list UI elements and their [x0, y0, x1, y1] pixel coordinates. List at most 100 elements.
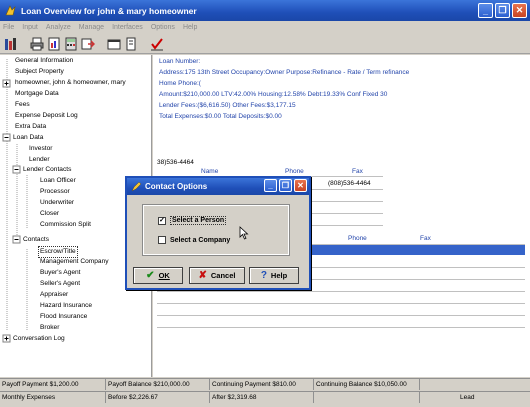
select-company-option[interactable]: Select a Company	[158, 236, 230, 244]
menu-file[interactable]: File	[3, 24, 14, 31]
menu-interfaces[interactable]: Interfaces	[112, 24, 143, 31]
calculator-icon[interactable]	[63, 36, 79, 52]
loan-amount-line: Amount:$210,000.00 LTV:42.00% Housing:12…	[159, 91, 388, 98]
document-icon[interactable]	[123, 36, 139, 52]
tree-item-lender[interactable]: Lender	[29, 155, 50, 165]
table-row[interactable]	[157, 327, 525, 328]
tree-item-extra-data[interactable]: Extra Data	[15, 122, 46, 132]
tree-item-closer[interactable]: Closer	[40, 209, 59, 219]
tree-item-lender-contacts[interactable]: Lender Contacts	[23, 165, 71, 175]
expenses-before: Before $2,226.67	[106, 392, 210, 403]
status-bar-expenses: Monthly Expenses Before $2,226.67 After …	[0, 391, 530, 403]
status-empty	[420, 379, 530, 390]
window-icon[interactable]	[106, 36, 122, 52]
tree-item-borrowers[interactable]: homeowner, john & homeowner, mary	[15, 78, 126, 88]
report-icon[interactable]	[46, 36, 62, 52]
continuing-balance: Continuing Balance $10,050.00	[314, 379, 420, 390]
pencil-icon	[131, 181, 142, 192]
menu-options[interactable]: Options	[151, 24, 175, 31]
lender-header-name: Name	[201, 168, 219, 175]
menu-manage[interactable]: Manage	[79, 24, 104, 31]
select-person-option[interactable]: ✓ Select a Person	[158, 216, 227, 225]
menu-input[interactable]: Input	[22, 24, 38, 31]
table-row[interactable]	[157, 303, 525, 304]
table-row[interactable]	[157, 291, 525, 292]
select-company-checkbox[interactable]	[158, 236, 166, 244]
cancel-label: Cancel	[210, 271, 236, 280]
tree-item-investor[interactable]: Investor	[29, 144, 52, 154]
loan-number: Loan Number:	[159, 58, 201, 65]
selection-group: ✓ Select a Person Select a Company	[142, 204, 290, 256]
question-mark-icon: ?	[260, 270, 267, 281]
contact-options-dialog: Contact Options _ ❐ ✕ ✓ Select a Person …	[125, 176, 311, 290]
dialog-minimize-button[interactable]: _	[264, 179, 277, 192]
lender-row-fax: (808)536-4464	[328, 180, 371, 187]
tree-item-conversation-log[interactable]: Conversation Log	[13, 334, 65, 344]
payoff-payment: Payoff Payment $1,200.00	[0, 379, 106, 390]
window-title: Loan Overview for john & mary homeowner	[21, 5, 197, 16]
address-line: Address:175 13th Street Occupancy:Owner …	[159, 69, 410, 76]
lender-header-phone: Phone	[285, 168, 304, 175]
tree-item-contacts[interactable]: Contacts	[23, 235, 49, 245]
minimize-button[interactable]: _	[478, 3, 493, 18]
close-button[interactable]: ✕	[512, 3, 527, 18]
select-company-label: Select a Company	[170, 236, 231, 244]
tree-item-flood-insurance[interactable]: Flood Insurance	[40, 312, 87, 322]
monthly-expenses-label: Monthly Expenses	[0, 392, 106, 403]
export-icon[interactable]	[80, 36, 96, 52]
cancel-button[interactable]: ✘ Cancel	[189, 267, 245, 284]
tree-item-loan-data[interactable]: Loan Data	[13, 133, 43, 143]
status-empty	[314, 392, 420, 403]
dialog-title: Contact Options	[145, 182, 208, 191]
maximize-button[interactable]: ❐	[495, 3, 510, 18]
totals-line: Total Expenses:$0.00 Total Deposits:$0.0…	[159, 113, 282, 120]
tree-item-hazard-insurance[interactable]: Hazard Insurance	[40, 301, 92, 311]
tree-item-underwriter[interactable]: Underwriter	[40, 198, 74, 208]
tree-item-mortgage-data[interactable]: Mortgage Data	[15, 89, 59, 99]
loan-status: Lead	[460, 394, 475, 401]
library-icon[interactable]	[3, 36, 19, 52]
menu-analyze[interactable]: Analyze	[46, 24, 71, 31]
tree-item-processor[interactable]: Processor	[40, 187, 70, 197]
app-icon	[5, 5, 16, 16]
ok-label: OK	[158, 271, 170, 280]
lender-header-fax: Fax	[352, 168, 363, 175]
dialog-close-button[interactable]: ✕	[294, 179, 307, 192]
checkmark-icon: ✔	[146, 270, 155, 281]
help-button[interactable]: ? Help	[249, 267, 299, 284]
lender-phone-fragment: 38)536-4464	[157, 159, 194, 166]
help-label: Help	[270, 271, 288, 280]
fees-line: Lender Fees:($6,616.50) Other Fees:$3,17…	[159, 102, 296, 109]
mouse-cursor-icon	[239, 226, 249, 240]
continuing-payment: Continuing Payment $810.00	[210, 379, 314, 390]
menu-bar: File Input Analyze Manage Interfaces Opt…	[0, 21, 530, 34]
contacts-header-fax: Fax	[420, 235, 431, 242]
tree-item-loan-officer[interactable]: Loan Officer	[40, 176, 76, 186]
checkmark-icon[interactable]	[149, 36, 165, 52]
tree-item-buyers-agent[interactable]: Buyer's Agent	[40, 268, 80, 278]
tree-item-management-company[interactable]: Management Company	[40, 257, 109, 267]
contacts-header-phone: Phone	[348, 235, 367, 242]
dialog-title-bar[interactable]: Contact Options _ ❐ ✕	[127, 178, 309, 195]
status-bar-payoff: Payoff Payment $1,200.00 Payoff Balance …	[0, 378, 530, 390]
ok-button[interactable]: ✔ OK	[133, 267, 183, 284]
table-row[interactable]	[157, 315, 525, 316]
select-person-label: Select a Person	[170, 216, 227, 225]
dialog-maximize-button[interactable]: ❐	[279, 179, 292, 192]
expenses-after: After $2,319.68	[210, 392, 314, 403]
tree-item-sellers-agent[interactable]: Seller's Agent	[40, 279, 80, 289]
menu-help[interactable]: Help	[183, 24, 197, 31]
print-icon[interactable]	[29, 36, 45, 52]
tree-item-appraiser[interactable]: Appraiser	[40, 290, 68, 300]
tree-item-general-information[interactable]: General Information	[15, 56, 73, 66]
home-phone: Home Phone:(	[159, 80, 201, 87]
tree-item-subject-property[interactable]: Subject Property	[15, 67, 64, 77]
select-person-checkbox[interactable]: ✓	[158, 216, 166, 225]
tree-item-commission-split[interactable]: Commission Split	[40, 220, 91, 230]
title-bar[interactable]: Loan Overview for john & mary homeowner …	[0, 0, 530, 21]
tree-item-fees[interactable]: Fees	[15, 100, 30, 110]
tree-item-broker[interactable]: Broker	[40, 323, 59, 333]
tree-item-expense-deposit-log[interactable]: Expense Deposit Log	[15, 111, 78, 121]
x-icon: ✘	[198, 270, 207, 281]
payoff-balance: Payoff Balance $210,000.00	[106, 379, 210, 390]
